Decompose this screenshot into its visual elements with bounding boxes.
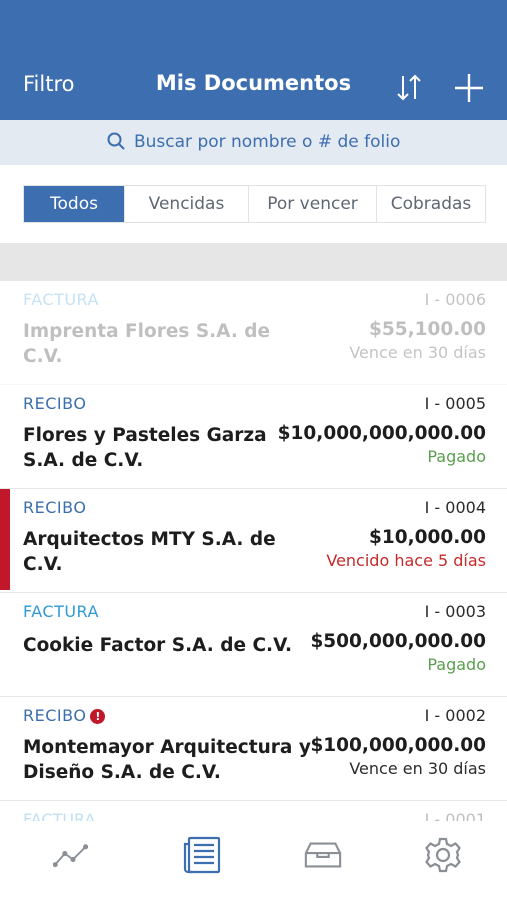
- document-amount: $55,100.00: [368, 319, 486, 340]
- overdue-indicator: [0, 489, 10, 590]
- list-item[interactable]: RECIBO! I - 0002 Montemayor Arquitectura…: [0, 697, 507, 801]
- document-status: Vence en 30 días: [349, 343, 486, 362]
- filter-segmented-control: Todos Vencidas Por vencer Cobradas: [23, 185, 486, 223]
- document-folio: I - 0003: [424, 602, 486, 621]
- client-name: Flores y Pasteles Garza S.A. de C.V.: [23, 425, 267, 471]
- list-item[interactable]: FACTURA I - 0001: [0, 801, 507, 821]
- client-name: Cookie Factor S.A. de C.V.: [23, 635, 293, 656]
- document-folio: I - 0004: [424, 498, 486, 517]
- list-item[interactable]: FACTURA I - 0003 Cookie Factor S.A. de C…: [0, 593, 507, 697]
- search-bar[interactable]: Buscar por nombre o # de folio: [0, 120, 507, 165]
- search-placeholder: Buscar por nombre o # de folio: [134, 132, 401, 152]
- list-item[interactable]: RECIBO I - 0004 Arquitectos MTY S.A. de …: [0, 489, 507, 593]
- list-item[interactable]: FACTURA I - 0006 Imprenta Flores S.A. de…: [0, 281, 507, 385]
- plus-icon[interactable]: [454, 73, 484, 103]
- segment-vencidas[interactable]: Vencidas: [125, 186, 249, 222]
- document-amount: $500,000,000.00: [310, 631, 486, 652]
- alert-icon: !: [90, 709, 106, 724]
- document-folio: I - 0005: [424, 394, 486, 413]
- chart-line-icon[interactable]: [53, 835, 93, 875]
- document-type: FACTURA: [23, 602, 99, 621]
- document-status: Pagado: [427, 655, 486, 674]
- list-item[interactable]: RECIBO I - 0005 Flores y Pasteles Garza …: [0, 385, 507, 489]
- segment-por-vencer[interactable]: Por vencer: [249, 186, 377, 222]
- tab-bar: [0, 821, 507, 900]
- segment-cobradas[interactable]: Cobradas: [377, 186, 485, 222]
- client-name: Montemayor Arquitectura y Diseño S.A. de…: [23, 737, 311, 783]
- document-type: RECIBO: [23, 394, 87, 413]
- segment-todos[interactable]: Todos: [24, 186, 125, 222]
- document-type: FACTURA: [23, 290, 99, 309]
- document-type: FACTURA: [23, 810, 96, 821]
- client-name: Arquitectos MTY S.A. de C.V.: [23, 529, 276, 575]
- document-folio: I - 0006: [424, 290, 486, 309]
- document-folio: I - 0001: [424, 810, 486, 821]
- document-folio: I - 0002: [424, 706, 486, 725]
- inbox-icon[interactable]: [303, 835, 343, 875]
- document-status: Vencido hace 5 días: [326, 551, 486, 570]
- gear-icon[interactable]: [423, 835, 463, 875]
- document-amount: $10,000,000,000.00: [277, 423, 486, 444]
- client-name: Imprenta Flores S.A. de C.V.: [23, 321, 271, 367]
- section-divider: [0, 243, 507, 281]
- document-type: RECIBO: [23, 498, 87, 517]
- search-icon: [107, 132, 134, 152]
- sort-icon[interactable]: [395, 72, 423, 102]
- page-title: Mis Documentos: [155, 71, 352, 95]
- documents-icon[interactable]: [182, 835, 222, 875]
- document-amount: $100,000,000.00: [310, 735, 486, 756]
- document-status: Vence en 30 días: [349, 759, 486, 778]
- document-status: Pagado: [427, 447, 486, 466]
- app-header: Filtro Mis Documentos: [0, 0, 507, 120]
- document-type: RECIBO!: [23, 706, 106, 725]
- document-amount: $10,000.00: [368, 527, 486, 548]
